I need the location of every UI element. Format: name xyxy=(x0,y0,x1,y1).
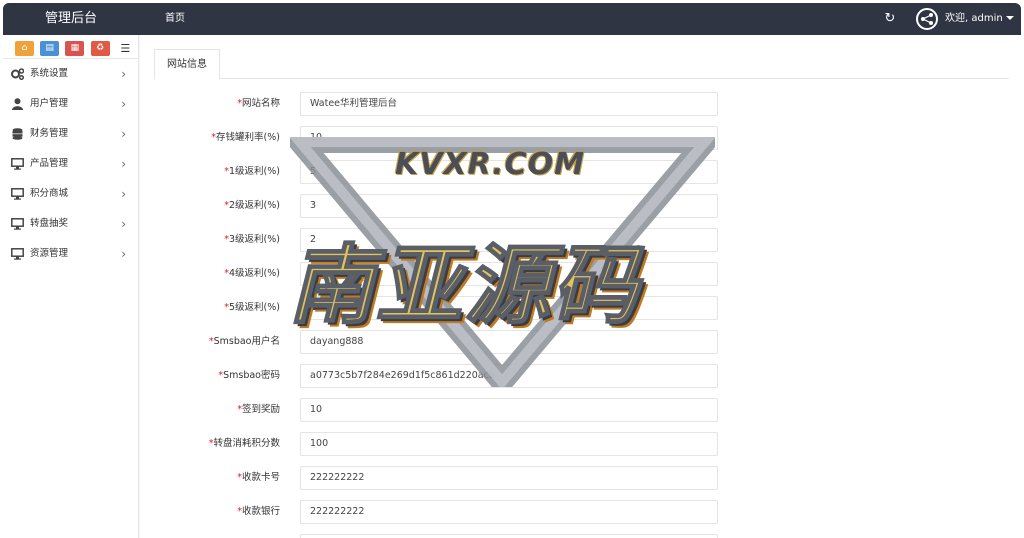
field-label: *Smsbao用户名 xyxy=(208,336,280,347)
desktop-icon xyxy=(11,188,24,200)
desktop-icon xyxy=(11,158,24,170)
shortcut-bar: ⌂ ▤ ▦ ♻ ☰ xyxy=(3,35,138,59)
top-navbar: 管理后台 首页 ↻ 欢迎, admin xyxy=(3,3,1021,35)
trash-icon[interactable]: ▦ xyxy=(65,41,85,56)
nav-home-link[interactable]: 首页 xyxy=(165,3,185,35)
sidebar-item-label: 系统设置 xyxy=(30,68,69,79)
field-label: *存钱罐利率(%) xyxy=(211,132,280,143)
sidebar-item-label: 财务管理 xyxy=(30,128,69,139)
form-row: *签到奖励 10 xyxy=(140,398,1021,422)
field-label: *2级返利(%) xyxy=(224,200,280,211)
checkin-reward-input[interactable]: 10 xyxy=(300,398,718,422)
form-row: *收款卡号 222222222 xyxy=(140,466,1021,490)
user-menu[interactable]: 欢迎, admin xyxy=(945,3,1014,35)
lottery-cost-input[interactable]: 100 xyxy=(300,432,718,456)
bank-name-input[interactable]: 222222222 xyxy=(300,500,718,524)
brand-title: 管理后台 xyxy=(44,11,97,26)
form-row: *网站名称 Watee华利管理后台 xyxy=(140,92,1021,116)
chevron-right-icon: › xyxy=(121,127,126,141)
chevron-right-icon: › xyxy=(121,187,126,201)
share-nodes-icon xyxy=(921,13,933,25)
desktop-icon xyxy=(11,218,24,230)
sidebar-item-finance[interactable]: 财务管理 › xyxy=(3,119,138,149)
field-label: *收款银行 xyxy=(237,506,280,517)
partial-input[interactable] xyxy=(300,534,718,538)
watermark-site: KVXR.COM xyxy=(395,147,586,182)
field-label: *转盘消耗积分数 xyxy=(208,438,280,449)
sidebar: ⌂ ▤ ▦ ♻ ☰ 系统设置 › 用户管理 › 财务管理 › 产品管理 › 积分… xyxy=(3,35,139,538)
field-label: *1级返利(%) xyxy=(224,166,280,177)
recycle-icon[interactable]: ♻ xyxy=(90,41,110,56)
sidebar-item-points-mall[interactable]: 积分商城 › xyxy=(3,179,138,209)
field-label: *Smsbao密码 xyxy=(218,370,280,381)
tab-bar: 网站信息 xyxy=(154,49,1009,80)
sidebar-item-system-settings[interactable]: 系统设置 › xyxy=(3,59,138,89)
sidebar-item-label: 转盘抽奖 xyxy=(30,218,69,229)
form-row: *收款银行 222222222 xyxy=(140,500,1021,524)
user-icon xyxy=(12,98,23,110)
form-row: *转盘消耗积分数 100 xyxy=(140,432,1021,456)
field-label: *收款卡号 xyxy=(237,472,280,483)
gears-icon xyxy=(11,68,24,80)
sidebar-item-label: 用户管理 xyxy=(30,98,69,109)
field-label: *5级返利(%) xyxy=(224,302,280,313)
file-icon[interactable]: ▤ xyxy=(40,41,60,56)
caret-down-icon xyxy=(1005,16,1014,20)
sidebar-item-products[interactable]: 产品管理 › xyxy=(3,149,138,179)
sidebar-item-users[interactable]: 用户管理 › xyxy=(3,89,138,119)
form-row-partial xyxy=(140,534,1021,538)
chevron-right-icon: › xyxy=(121,247,126,261)
sidebar-item-lottery[interactable]: 转盘抽奖 › xyxy=(3,209,138,239)
user-label: 欢迎, admin xyxy=(945,13,1003,24)
field-label: *4级返利(%) xyxy=(224,268,280,279)
chevron-right-icon: › xyxy=(121,97,126,111)
tab-site-info[interactable]: 网站信息 xyxy=(154,49,220,80)
bank-card-input[interactable]: 222222222 xyxy=(300,466,718,490)
desktop-icon xyxy=(11,248,24,260)
sidebar-item-label: 资源管理 xyxy=(30,248,69,259)
refresh-icon[interactable]: ↻ xyxy=(883,12,897,26)
sidebar-item-resources[interactable]: 资源管理 › xyxy=(3,239,138,269)
chevron-right-icon: › xyxy=(121,157,126,171)
avatar[interactable] xyxy=(916,8,938,30)
chevron-right-icon: › xyxy=(121,217,126,231)
field-label: *网站名称 xyxy=(237,98,280,109)
site-name-input[interactable]: Watee华利管理后台 xyxy=(300,92,718,116)
field-label: *3级返利(%) xyxy=(224,234,280,245)
sidebar-item-label: 产品管理 xyxy=(30,158,69,169)
field-label: *签到奖励 xyxy=(237,404,280,415)
home-icon[interactable]: ⌂ xyxy=(15,41,34,56)
form-row: *Smsbao密码 a0773c5b7f284e269d1f5c861d220a… xyxy=(140,364,1021,388)
chevron-right-icon: › xyxy=(121,67,126,81)
sidebar-item-label: 积分商城 xyxy=(30,188,69,199)
watermark-text: 南亚源码 xyxy=(287,235,640,337)
database-icon xyxy=(12,128,23,140)
smsbao-password-input[interactable]: a0773c5b7f284e269d1f5c861d220acb xyxy=(300,364,718,388)
list-icon[interactable]: ☰ xyxy=(116,41,135,56)
